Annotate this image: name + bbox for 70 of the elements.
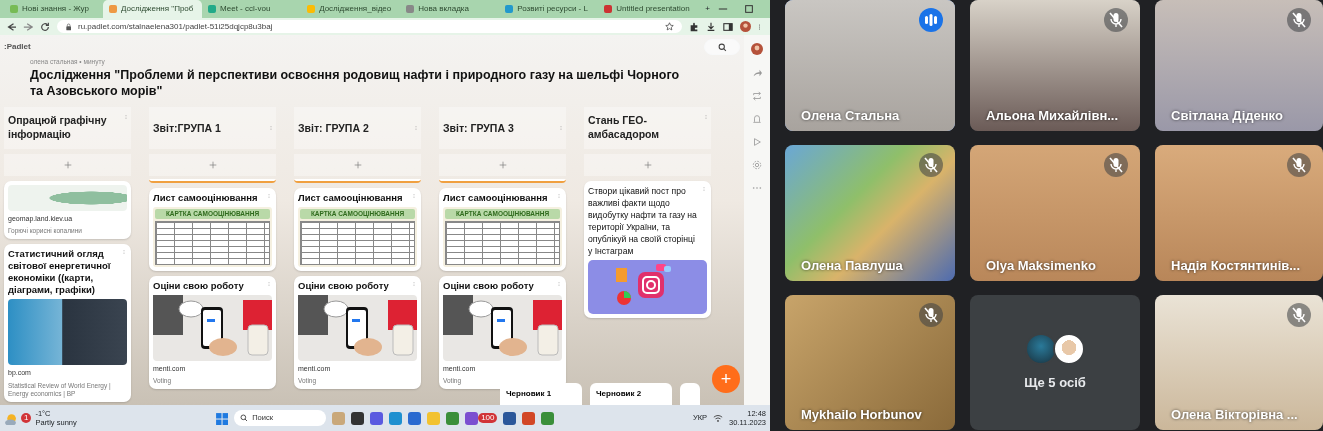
plus-icon xyxy=(63,160,72,169)
maximize-icon[interactable] xyxy=(744,4,754,14)
puzzle-icon[interactable] xyxy=(689,21,699,32)
participant-name: Олена Стальна xyxy=(800,106,901,125)
forward-icon[interactable] xyxy=(23,21,33,32)
panel-toggle[interactable] xyxy=(680,383,700,405)
browser-tab[interactable]: Нові знання - Жур xyxy=(4,0,104,18)
back-icon[interactable] xyxy=(6,21,16,32)
search-icon xyxy=(240,414,249,422)
column-title: Стань ГЕО-амбасадором xyxy=(588,112,661,141)
post-title: Статистичний огляд світової енергетичної економіки ((карти, діаграми, графіки) xyxy=(8,248,112,297)
plus-icon xyxy=(208,160,217,169)
lock-icon xyxy=(65,22,73,31)
browser-tab[interactable]: Untitled presentation xyxy=(598,0,698,18)
post-card[interactable]: Створи цікавий пост про важливі факти щодо видобутку нафти та газу на території України, та опублікуй на своїй сторінці у Інстаграм xyxy=(584,180,711,318)
download-icon[interactable] xyxy=(706,21,716,32)
column-title: Опрацюй графічну інформацію xyxy=(8,112,108,141)
board-title: Дослідження "Проблеми й перспективи освоєння родовищ нафти і природного газу на шельфі Чорного та Азовського морів" xyxy=(29,66,681,99)
start-icon[interactable] xyxy=(215,411,229,425)
more-participants-label: Ще 5 осіб xyxy=(1024,373,1086,392)
notification-count: 1 xyxy=(21,413,32,423)
profile-avatar-icon[interactable] xyxy=(740,21,751,32)
profile-avatar-icon[interactable] xyxy=(751,43,763,55)
column-title: Звіт: ГРУПА 2 xyxy=(298,120,369,135)
post-title: Лист самооцінювання xyxy=(153,191,258,204)
browser-tab[interactable]: Нова вкладка xyxy=(400,0,500,18)
participant-name: Олена Вікторівна ... xyxy=(1170,405,1299,424)
participant-name: Альона Михайлівн... xyxy=(985,106,1120,125)
star-icon[interactable] xyxy=(665,22,674,31)
column-title: Звіт: ГРУПА 3 xyxy=(443,120,514,135)
app-icon[interactable] xyxy=(351,411,365,425)
speaking-indicator-icon xyxy=(919,8,943,32)
search-icon xyxy=(717,42,727,52)
browser-tab[interactable]: Дослідження "Проб xyxy=(103,0,203,18)
post-title: Оціни свою роботу xyxy=(153,279,244,292)
reload-icon[interactable] xyxy=(40,21,50,32)
draft-tab[interactable]: Черновик 2 xyxy=(590,383,672,405)
post-title: Лист самооцінювання xyxy=(443,191,548,204)
browser-tab[interactable]: Дослідження_відео xyxy=(301,0,401,18)
side-panel-icon[interactable] xyxy=(723,21,733,32)
participant-name: Olya Maksimenko xyxy=(985,256,1097,275)
draft-tab[interactable]: Черновик 1 xyxy=(500,383,582,405)
post-title: Оціни свою роботу xyxy=(298,279,389,292)
browser-tab[interactable]: Розвиті ресурси - L xyxy=(499,0,599,18)
participant-name: Надія Костянтинів... xyxy=(1170,256,1302,275)
remake-icon[interactable] xyxy=(752,91,762,101)
bell-icon[interactable] xyxy=(752,114,762,124)
app-icon[interactable] xyxy=(503,411,517,425)
weather-icon[interactable] xyxy=(4,411,17,425)
padlet-logo[interactable]: :Padlet xyxy=(4,41,31,53)
settings-icon[interactable] xyxy=(752,160,762,170)
post-title: Лист самооцінювання xyxy=(298,191,403,204)
search-button[interactable] xyxy=(704,39,740,55)
column-title: Звіт:ГРУПА 1 xyxy=(153,120,221,135)
address-field[interactable]: ru.padlet.com/stalnaelena301/padlet-51i25dqjcp8u3baj xyxy=(57,20,682,33)
participant-name: Mykhailo Horbunov xyxy=(800,405,923,424)
plus-icon xyxy=(498,160,507,169)
plus-icon xyxy=(353,160,362,169)
wifi-icon[interactable] xyxy=(713,413,723,423)
post-title: Оціни свою роботу xyxy=(443,279,534,292)
post-text: Створи цікавий пост про важливі факти щодо видобутку нафти та газу на території України, та опублікуй на своїй сторінці у Інстаграм xyxy=(588,184,698,257)
plus-icon xyxy=(643,160,652,169)
participant-name: Олена Павлуша xyxy=(800,256,904,275)
share-icon[interactable] xyxy=(752,68,762,78)
app-icon[interactable] xyxy=(465,411,479,425)
notification-count: 100 xyxy=(478,413,498,423)
new-tab-button[interactable]: + xyxy=(697,0,718,18)
browser-tab[interactable]: Meet - ccl-vou xyxy=(202,0,302,18)
play-icon[interactable] xyxy=(752,137,762,147)
participant-name: Світлана Діденко xyxy=(1170,106,1284,125)
